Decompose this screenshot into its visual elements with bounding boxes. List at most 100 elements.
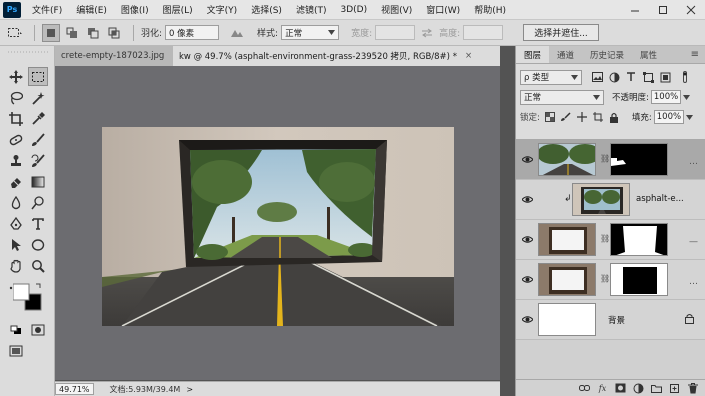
menu-window[interactable]: 窗口(W) xyxy=(419,3,467,16)
width-input[interactable] xyxy=(375,25,416,40)
layer-row[interactable]: ↲ asphalt-e... xyxy=(516,180,705,220)
layer-row[interactable]: 背景 xyxy=(516,300,705,340)
intersect-selection-button[interactable] xyxy=(105,24,123,42)
move-tool[interactable] xyxy=(6,67,26,86)
menu-filter[interactable]: 滤镜(T) xyxy=(289,3,334,16)
tab-layers[interactable]: 图层 xyxy=(516,46,550,63)
link-icon[interactable]: ⛓ xyxy=(600,154,610,163)
shape-tool[interactable] xyxy=(28,235,48,254)
filter-kind-select[interactable]: ρ 类型 xyxy=(520,69,582,85)
menu-view[interactable]: 视图(V) xyxy=(374,3,419,16)
zoom-tool[interactable] xyxy=(28,256,48,275)
brush-tool[interactable] xyxy=(28,130,48,149)
layer-mask-thumbnail[interactable] xyxy=(610,223,668,256)
layer-options-icon[interactable]: … xyxy=(689,157,698,167)
opacity-input[interactable]: 100% xyxy=(650,90,681,104)
path-selection-tool[interactable] xyxy=(6,235,26,254)
menu-edit[interactable]: 编辑(E) xyxy=(69,3,114,16)
style-select[interactable]: 正常 xyxy=(281,25,340,40)
menu-3d[interactable]: 3D(D) xyxy=(333,5,374,15)
document-canvas[interactable] xyxy=(102,127,454,326)
new-selection-button[interactable] xyxy=(42,23,60,42)
filter-type-button[interactable] xyxy=(624,70,638,84)
new-group-button[interactable] xyxy=(651,383,662,394)
type-tool[interactable] xyxy=(28,214,48,233)
chevron-down-icon[interactable] xyxy=(682,94,690,100)
rect-marquee-tool[interactable] xyxy=(28,67,48,86)
fill-input[interactable]: 100% xyxy=(653,110,684,124)
filter-smart-object-button[interactable] xyxy=(658,70,672,84)
layer-mask-thumbnail[interactable] xyxy=(610,143,668,176)
menu-help[interactable]: 帮助(H) xyxy=(467,3,513,16)
marquee-preset-button[interactable] xyxy=(6,24,24,42)
height-input[interactable] xyxy=(463,25,504,40)
swap-arrows-icon[interactable] xyxy=(421,28,433,38)
eye-icon[interactable] xyxy=(522,234,533,245)
new-adjustment-button[interactable] xyxy=(633,383,644,394)
lock-position-button[interactable] xyxy=(576,111,588,123)
eye-icon[interactable] xyxy=(522,194,533,205)
magic-wand-tool[interactable] xyxy=(28,88,48,107)
subtract-selection-button[interactable] xyxy=(84,24,102,42)
menu-file[interactable]: 文件(F) xyxy=(25,3,69,16)
canvas-area[interactable] xyxy=(55,66,500,380)
close-window-button[interactable] xyxy=(677,0,705,20)
filter-shape-button[interactable] xyxy=(641,70,655,84)
filter-toggle-button[interactable] xyxy=(678,70,692,84)
blend-mode-select[interactable]: 正常 xyxy=(520,89,604,105)
eye-icon[interactable] xyxy=(522,314,533,325)
feather-input[interactable]: 0 像素 xyxy=(165,25,220,40)
eraser-tool[interactable] xyxy=(6,172,26,191)
eyedropper-tool[interactable] xyxy=(28,109,48,128)
status-menu-arrow[interactable]: > xyxy=(186,385,193,394)
quick-mask-button[interactable] xyxy=(28,320,48,339)
fx-button[interactable]: fx xyxy=(597,383,608,394)
tab-history[interactable]: 历史记录 xyxy=(582,46,632,63)
link-layers-button[interactable] xyxy=(579,383,590,394)
select-and-mask-button[interactable]: 选择并遮住... xyxy=(523,24,599,41)
minimize-button[interactable] xyxy=(621,0,649,20)
tab-channels[interactable]: 通道 xyxy=(549,46,582,63)
menu-select[interactable]: 选择(S) xyxy=(244,3,289,16)
menu-image[interactable]: 图像(I) xyxy=(114,3,156,16)
layer-options-icon[interactable]: … xyxy=(689,277,698,287)
menu-layer[interactable]: 图层(L) xyxy=(156,3,200,16)
crop-tool[interactable] xyxy=(6,109,26,128)
dodge-tool[interactable] xyxy=(28,193,48,212)
delete-layer-button[interactable] xyxy=(687,382,698,394)
tab-kw[interactable]: kw @ 49.7% (asphalt-environment-grass-23… xyxy=(173,46,503,66)
eye-icon[interactable] xyxy=(522,274,533,285)
new-layer-button[interactable] xyxy=(669,383,680,394)
close-tab-icon[interactable]: × xyxy=(465,51,472,61)
blur-tool[interactable] xyxy=(6,193,26,212)
history-brush-tool[interactable] xyxy=(28,151,48,170)
eye-icon[interactable] xyxy=(522,154,533,165)
maximize-button[interactable] xyxy=(649,0,677,20)
clone-stamp-tool[interactable] xyxy=(6,151,26,170)
hand-tool[interactable] xyxy=(6,256,26,275)
lock-transparent-button[interactable] xyxy=(544,111,556,123)
chevron-down-icon[interactable] xyxy=(685,114,693,120)
lock-image-button[interactable] xyxy=(560,111,572,123)
layer-row[interactable]: ⛓ — xyxy=(516,220,705,260)
link-icon[interactable]: ⛓ xyxy=(600,234,610,243)
layer-row[interactable]: ⛓ … xyxy=(516,260,705,300)
tab-concrete-empty[interactable]: crete-empty-187023.jpg × xyxy=(55,46,173,66)
add-selection-button[interactable] xyxy=(63,24,81,42)
menu-type[interactable]: 文字(Y) xyxy=(200,3,245,16)
lasso-tool[interactable] xyxy=(6,88,26,107)
lock-all-button[interactable] xyxy=(608,111,620,123)
filter-adjustment-button[interactable] xyxy=(607,70,621,84)
gradient-tool[interactable] xyxy=(28,172,48,191)
zoom-level-field[interactable]: 49.71% xyxy=(55,383,94,395)
healing-brush-tool[interactable] xyxy=(6,130,26,149)
link-icon[interactable]: ⛓ xyxy=(600,274,610,283)
anti-alias-icon[interactable] xyxy=(229,27,245,39)
add-mask-button[interactable] xyxy=(615,383,626,394)
screen-mode-button[interactable] xyxy=(6,341,26,360)
default-colors-button[interactable] xyxy=(6,320,26,339)
layer-row[interactable]: ⛓ … xyxy=(516,140,705,180)
layer-list[interactable]: ⛓ … ↲ asphalt-e... ⛓ — ⛓ … 背景 xyxy=(516,139,705,379)
tab-properties[interactable]: 属性 xyxy=(632,46,665,63)
filter-pixel-button[interactable] xyxy=(590,70,604,84)
